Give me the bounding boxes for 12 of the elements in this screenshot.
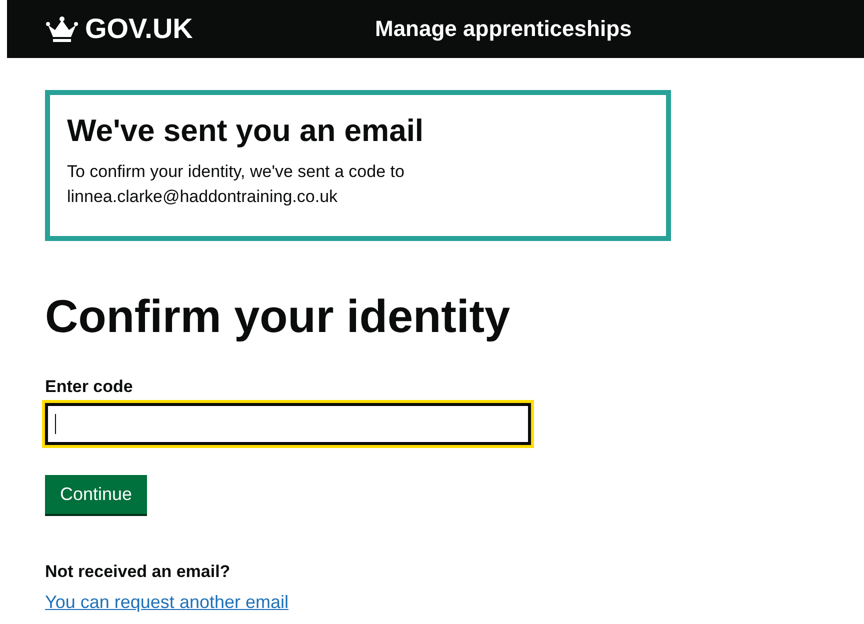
code-input[interactable] — [45, 403, 531, 445]
crown-icon — [45, 15, 79, 43]
logo-link[interactable]: GOV.UK — [85, 13, 193, 45]
text-cursor-icon — [55, 414, 56, 434]
service-name[interactable]: Manage apprenticeships — [375, 16, 632, 42]
page-heading: Confirm your identity — [45, 293, 512, 339]
help-heading: Not received an email? — [45, 562, 232, 582]
notification-title: We've sent you an email — [67, 113, 425, 149]
field-label: Enter code — [45, 377, 133, 397]
notification-text: To confirm your identity, we've sent a code to linnea.clarke@haddontraining.co.uk — [67, 161, 406, 208]
continue-button[interactable]: Continue — [45, 475, 148, 514]
request-email-link[interactable]: You can request another email — [45, 592, 289, 612]
